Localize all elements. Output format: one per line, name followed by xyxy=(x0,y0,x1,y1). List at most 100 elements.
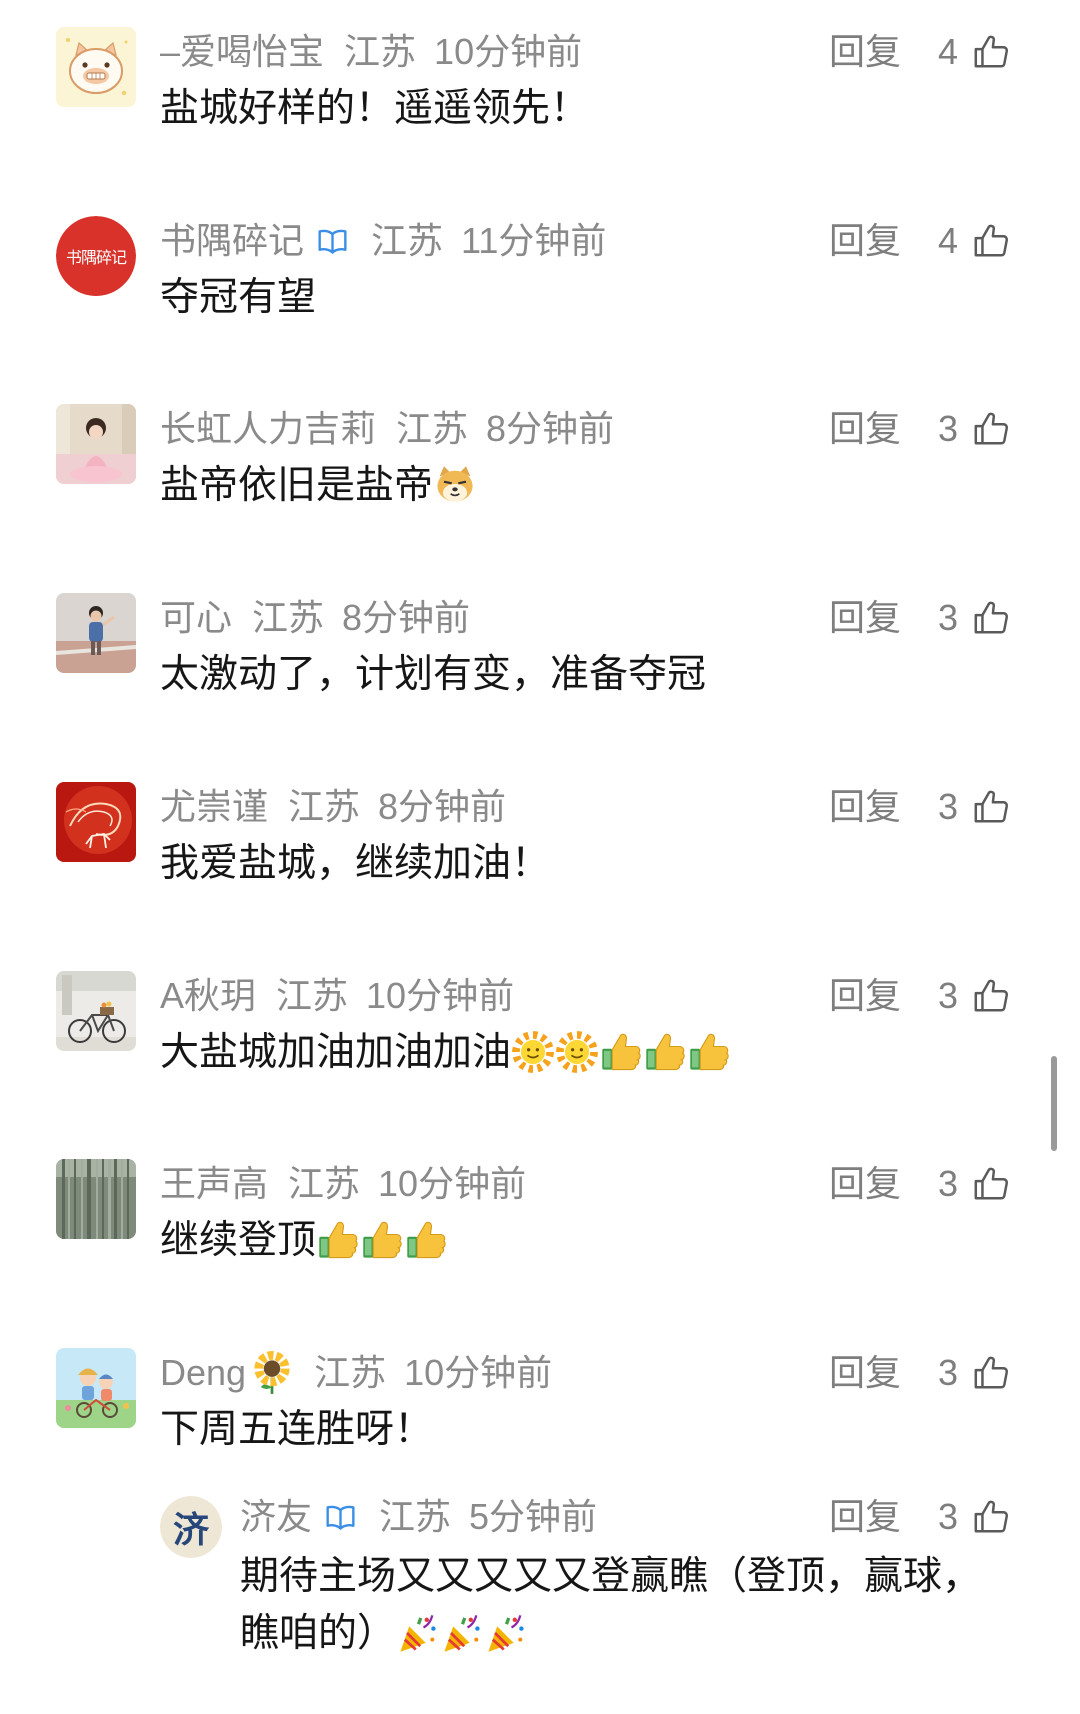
like-count: 4 xyxy=(938,220,959,261)
avatar-logo-text: 书隅碎记 xyxy=(65,248,127,267)
location: 江苏 xyxy=(344,31,417,72)
timestamp: 8分钟前 xyxy=(486,408,615,449)
like-button[interactable]: 4 xyxy=(938,219,1010,263)
verified-icon xyxy=(322,1501,359,1534)
comment-list: –爱喝怡宝 江苏 10分钟前 盐城好样的！遥遥领先！ 回复 4 书隅碎记 书隅碎记 江苏 11分钟… xyxy=(0,0,1080,1714)
reply-button[interactable]: 回复 xyxy=(829,1351,901,1395)
comment-text: 盐帝依旧是盐帝 xyxy=(160,462,477,510)
thumbs-up-emoji-icon xyxy=(643,1030,687,1074)
comment[interactable]: 长虹人力吉莉 江苏 8分钟前盐帝依旧是盐帝 回复 3 xyxy=(0,404,1080,564)
thumb-up-outline-icon xyxy=(972,1354,1010,1392)
timestamp: 10分钟前 xyxy=(434,31,583,72)
comment[interactable]: 书隅碎记 书隅碎记 江苏 11分钟前 夺冠有望 回复 4 xyxy=(0,216,1080,376)
username[interactable]: 可心 xyxy=(160,596,232,640)
comment[interactable]: –爱喝怡宝 江苏 10分钟前盐城好样的！遥遥领先！ 回复 4 xyxy=(0,27,1080,187)
avatar[interactable] xyxy=(56,782,136,862)
thumb-up-outline-icon xyxy=(972,33,1010,71)
comment-meta: 书隅碎记 江苏 11分钟前 xyxy=(160,219,606,263)
comment-text-content: 继续登顶 xyxy=(160,1219,317,1262)
thumbs-up-emoji-icon xyxy=(360,1218,404,1262)
avatar[interactable] xyxy=(56,593,136,673)
username[interactable]: 尤崇谨 xyxy=(160,785,268,829)
sun-with-face-emoji-icon xyxy=(555,1030,599,1074)
party-popper-emoji-icon xyxy=(484,1611,528,1655)
reply-button[interactable]: 回复 xyxy=(829,596,901,640)
avatar[interactable] xyxy=(56,971,136,1051)
reply-button[interactable]: 回复 xyxy=(829,407,901,451)
comment-text: 我爱盐城，继续加油！ xyxy=(160,840,550,888)
location: 江苏 xyxy=(314,1352,387,1393)
comment-text: 夺冠有望 xyxy=(160,274,316,322)
like-count: 3 xyxy=(938,597,959,638)
timestamp: 8分钟前 xyxy=(378,786,507,827)
avatar[interactable]: 济 xyxy=(160,1496,222,1558)
avatar-logo-text: 济 xyxy=(172,1509,209,1551)
like-count: 3 xyxy=(938,1352,959,1393)
thumb-up-outline-icon xyxy=(972,410,1010,448)
username[interactable]: 长虹人力吉莉 xyxy=(160,407,376,451)
reply-button[interactable]: 回复 xyxy=(829,974,901,1018)
like-button[interactable]: 3 xyxy=(938,407,1010,451)
comment-text-content: 下周五连胜呀！ xyxy=(160,1408,434,1451)
avatar[interactable]: 书隅碎记 xyxy=(56,216,136,296)
location: 江苏 xyxy=(276,975,349,1016)
thumb-up-outline-icon xyxy=(972,977,1010,1015)
party-popper-emoji-icon xyxy=(440,1611,484,1655)
comment-text-content: 我爱盐城，继续加油！ xyxy=(160,842,551,885)
location: 江苏 xyxy=(396,408,469,449)
reply-button[interactable]: 回复 xyxy=(829,219,901,263)
like-button[interactable]: 3 xyxy=(938,1162,1010,1206)
comment[interactable]: Deng 江苏 10分钟前 下周五连胜呀！ 回复 3 xyxy=(0,1348,1080,1508)
doge-emoji-icon xyxy=(433,463,477,507)
comment-text-content: 大盐城加油加油加油 xyxy=(160,1031,512,1074)
comment-text-content: 盐帝依旧是盐帝 xyxy=(160,464,434,507)
avatar[interactable] xyxy=(56,1348,136,1428)
thumbs-up-emoji-icon xyxy=(599,1030,643,1074)
username[interactable]: A秋玥 xyxy=(160,974,256,1018)
comment[interactable]: 尤崇谨 江苏 8分钟前我爱盐城，继续加油！ 回复 3 xyxy=(0,782,1080,942)
sunflower-emoji-icon xyxy=(250,1351,294,1395)
location: 江苏 xyxy=(371,220,444,261)
thumbs-up-emoji-icon xyxy=(316,1218,360,1262)
reply-button[interactable]: 回复 xyxy=(829,1162,901,1206)
avatar[interactable] xyxy=(56,1159,136,1239)
like-count: 3 xyxy=(938,975,959,1016)
avatar[interactable] xyxy=(56,404,136,484)
thumb-up-outline-icon xyxy=(972,1498,1010,1536)
like-button[interactable]: 4 xyxy=(938,30,1010,74)
like-button[interactable]: 3 xyxy=(938,1351,1010,1395)
comment-meta: 尤崇谨 江苏 8分钟前 xyxy=(160,785,506,829)
comment[interactable]: 王声高 江苏 10分钟前 继续登顶 回复 3 xyxy=(0,1159,1080,1319)
scrollbar[interactable] xyxy=(1051,1056,1057,1151)
reply-button[interactable]: 回复 xyxy=(829,30,901,74)
like-button[interactable]: 3 xyxy=(938,1495,1010,1539)
comment-text: 继续登顶 xyxy=(160,1217,448,1265)
like-button[interactable]: 3 xyxy=(938,596,1010,640)
comment-meta: 济友 江苏 5分钟前 xyxy=(240,1495,597,1539)
username[interactable]: 书隅碎记 xyxy=(160,219,304,263)
like-count: 3 xyxy=(938,1496,959,1537)
like-button[interactable]: 3 xyxy=(938,785,1010,829)
username[interactable]: 王声高 xyxy=(160,1162,268,1206)
location: 江苏 xyxy=(379,1496,452,1537)
location: 江苏 xyxy=(288,786,361,827)
username[interactable]: –爱喝怡宝 xyxy=(160,30,324,74)
avatar[interactable] xyxy=(56,27,136,107)
comment-text-content: 夺冠有望 xyxy=(160,276,317,319)
comment[interactable]: 可心 江苏 8分钟前太激动了，计划有变，准备夺冠 回复 3 xyxy=(0,593,1080,753)
reply-comment[interactable]: 济济友 江苏 5分钟前 期待主场又又又又又登赢瞧（登顶，赢球，瞧咱的） 回复 3 xyxy=(0,1496,1080,1656)
like-count: 3 xyxy=(938,1163,959,1204)
location: 江苏 xyxy=(252,597,325,638)
comment-text: 太激动了，计划有变，准备夺冠 xyxy=(160,651,706,699)
comment-text-content: 盐城好样的！遥遥领先！ xyxy=(160,87,590,130)
comment-text: 盐城好样的！遥遥领先！ xyxy=(160,85,589,133)
comment-meta: 王声高 江苏 10分钟前 xyxy=(160,1162,526,1206)
comment[interactable]: A秋玥 江苏 10分钟前 大盐城加油加油加油 回复 3 xyxy=(0,971,1080,1131)
username[interactable]: Deng xyxy=(160,1351,246,1395)
reply-button[interactable]: 回复 xyxy=(829,785,901,829)
party-popper-emoji-icon xyxy=(396,1611,440,1655)
username[interactable]: 济友 xyxy=(240,1495,312,1539)
comment-meta: 可心 江苏 8分钟前 xyxy=(160,596,470,640)
like-button[interactable]: 3 xyxy=(938,974,1010,1018)
reply-button[interactable]: 回复 xyxy=(829,1495,901,1539)
